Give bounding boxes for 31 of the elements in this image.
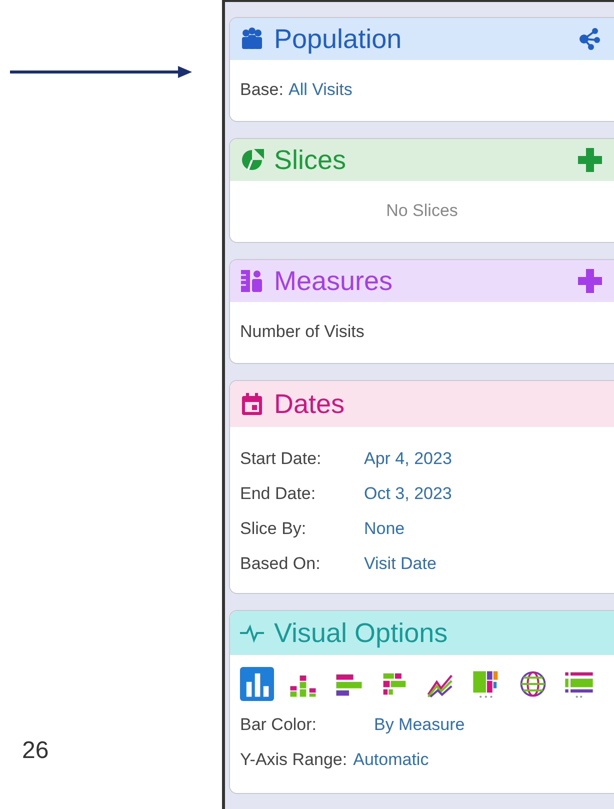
field-label: Base: [240, 80, 284, 100]
people-icon [240, 27, 264, 51]
arrow-icon [10, 66, 192, 78]
field-label: Bar Color: [240, 714, 318, 734]
network-icon[interactable] [578, 27, 602, 51]
field-label: End Date: [240, 484, 317, 504]
page-number: 26 [22, 737, 49, 765]
field-label: Based On: [240, 554, 322, 574]
empty-message: No Slices [386, 201, 458, 221]
field-value[interactable]: Visit Date [364, 554, 436, 574]
field-label: Slice By: [240, 518, 308, 538]
section-header[interactable]: Visual Options [230, 611, 614, 655]
add-icon[interactable] [578, 148, 602, 172]
measure-item[interactable]: Number of Visits [240, 322, 364, 342]
field-value[interactable]: By Measure [374, 714, 465, 734]
field-label: Start Date: [240, 448, 322, 468]
section-header[interactable]: Slices [230, 139, 614, 181]
calendar-icon [240, 392, 264, 416]
section-header[interactable]: Measures [230, 260, 614, 302]
section-header[interactable]: Population [230, 18, 614, 60]
field-value[interactable]: Apr 4, 2023 [364, 448, 452, 468]
bar-chart-icon[interactable] [240, 667, 274, 701]
field-value[interactable]: Automatic [353, 750, 429, 770]
field-value[interactable]: None [364, 518, 405, 538]
ruler-person-icon [240, 269, 264, 293]
field-value[interactable]: All Visits [288, 80, 352, 100]
field-value[interactable]: Oct 3, 2023 [364, 484, 452, 504]
section-header[interactable]: Dates [230, 381, 614, 427]
pie-chart-icon [240, 148, 264, 172]
add-icon[interactable] [578, 269, 602, 293]
field-label: Y-Axis Range: [240, 750, 348, 770]
